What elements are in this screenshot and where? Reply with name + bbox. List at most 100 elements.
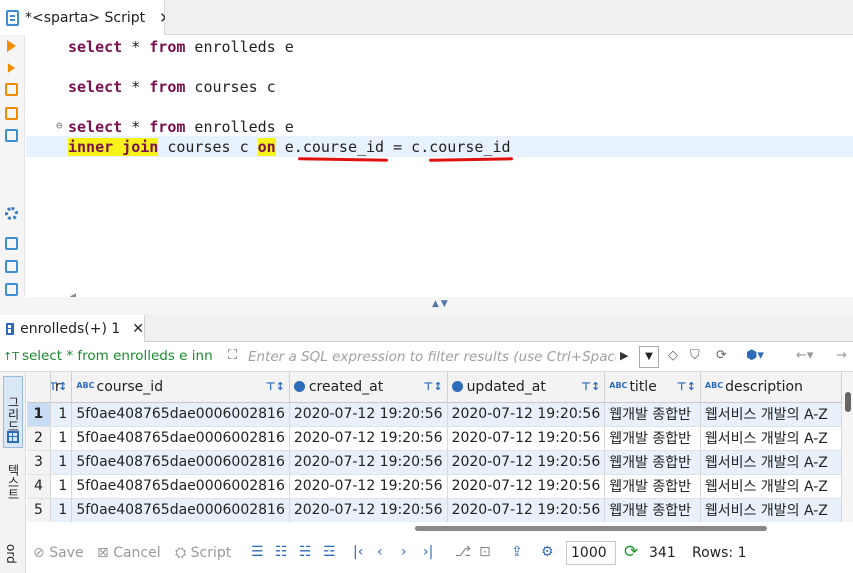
row-number[interactable]: 4 — [27, 474, 51, 499]
cell-created-at[interactable]: 2020-07-12 19:20:56 — [289, 474, 448, 499]
table-row[interactable]: 3 1 5f0ae408765dae0006002816 2020-07-12 … — [27, 450, 842, 475]
cancel-button[interactable]: ⊠ Cancel — [97, 545, 161, 561]
cell-description[interactable]: 웹서비스 개발의 A-Z — [700, 498, 842, 522]
cell-updated-at[interactable]: 2020-07-12 19:20:56 — [447, 474, 606, 499]
gear-icon[interactable] — [5, 207, 18, 220]
cell-title[interactable]: 웹개발 종합반 — [604, 450, 701, 475]
refresh-filter-icon[interactable]: ⟳ — [716, 348, 727, 363]
table-row[interactable]: 1 1 5f0ae408765dae0006002816 2020-07-12 … — [27, 402, 842, 427]
cell-created-at[interactable]: 2020-07-12 19:20:56 — [289, 426, 448, 451]
fetch-next-icon[interactable]: ⎇ — [455, 544, 471, 560]
import-icon[interactable] — [5, 260, 18, 273]
cell-course-id[interactable]: 5f0ae408765dae0006002816 — [71, 498, 290, 522]
forward-icon[interactable]: → — [836, 348, 847, 363]
cell-course-id[interactable]: 5f0ae408765dae0006002816 — [71, 402, 290, 427]
delete-row-icon[interactable]: ☲ — [323, 544, 336, 560]
cell-course-id[interactable]: 5f0ae408765dae0006002816 — [71, 474, 290, 499]
cell-title[interactable]: 웹개발 종합반 — [604, 426, 701, 451]
cell-description[interactable]: 웹서비스 개발의 A-Z — [700, 402, 842, 427]
apply-filter-icon[interactable]: ▶ — [620, 349, 628, 362]
cell-description[interactable]: 웹서비스 개발의 A-Z — [700, 450, 842, 475]
text-view-tab[interactable]: 텍스트 — [4, 464, 22, 524]
cell-created-at[interactable]: 2020-07-12 19:20:56 — [289, 498, 448, 522]
run-statement-icon[interactable] — [7, 40, 16, 52]
scroll-thumb[interactable] — [845, 392, 851, 412]
horizontal-scrollbar[interactable] — [27, 522, 842, 534]
cell-r[interactable]: 1 — [50, 426, 73, 451]
cell-created-at[interactable]: 2020-07-12 19:20:56 — [289, 450, 448, 475]
grid-view-tab[interactable]: 그리드 — [3, 376, 23, 448]
filter-input[interactable] — [248, 347, 616, 367]
cell-r[interactable]: 1 — [50, 402, 73, 427]
explain-plan-icon[interactable] — [5, 83, 18, 96]
table-row[interactable]: 5 1 5f0ae408765dae0006002816 2020-07-12 … — [27, 498, 842, 522]
save-button[interactable]: ⊘ Save — [33, 545, 84, 561]
row-number[interactable]: 5 — [27, 498, 51, 522]
filter-settings-icon[interactable]: ⛉ — [690, 348, 700, 363]
table-row[interactable]: 4 1 5f0ae408765dae0006002816 2020-07-12 … — [27, 474, 842, 499]
column-header-description[interactable]: ABC description — [700, 372, 842, 403]
cell-title[interactable]: 웹개발 종합반 — [604, 498, 701, 522]
cell-course-id[interactable]: 5f0ae408765dae0006002816 — [71, 450, 290, 475]
row-number[interactable]: 1 — [27, 402, 51, 427]
sort-filter-icon[interactable]: ⊤↕ — [581, 380, 600, 393]
back-icon[interactable]: ←▾ — [796, 348, 813, 363]
show-output-icon[interactable] — [5, 283, 18, 296]
eraser-icon[interactable]: ◇ — [668, 348, 678, 363]
edit-row-icon[interactable]: ☰ — [251, 544, 264, 560]
cell-r[interactable]: 1 — [50, 498, 73, 522]
export-icon[interactable] — [5, 237, 18, 250]
fetch-size-input[interactable] — [566, 541, 616, 565]
first-page-icon[interactable]: |‹ — [353, 544, 363, 560]
add-row-icon[interactable]: ☷ — [275, 544, 288, 560]
last-page-icon[interactable]: ›| — [423, 544, 433, 560]
sort-filter-icon[interactable]: ⊤↕ — [677, 380, 696, 393]
results-tab[interactable]: enrolleds(+) 1 ✕ — [0, 315, 145, 342]
table-row[interactable]: 2 1 5f0ae408765dae0006002816 2020-07-12 … — [27, 426, 842, 451]
close-icon[interactable]: ✕ — [132, 321, 144, 337]
sql-editor[interactable]: select * from enrolleds e select * from … — [26, 35, 853, 302]
cell-course-id[interactable]: 5f0ae408765dae0006002816 — [71, 426, 290, 451]
cell-updated-at[interactable]: 2020-07-12 19:20:56 — [447, 402, 606, 427]
script-button[interactable]: ⛭ Script — [175, 545, 231, 561]
column-header-course-id[interactable]: ABC course_id ⊤↕ — [71, 372, 290, 403]
row-number[interactable]: 3 — [27, 450, 51, 475]
cell-created-at[interactable]: 2020-07-12 19:20:56 — [289, 402, 448, 427]
sort-filter-icon[interactable]: ⊤↕ — [50, 380, 67, 393]
execute-new-tab-icon[interactable] — [5, 107, 18, 120]
sort-filter-icon[interactable]: ⊤↕ — [266, 380, 285, 393]
splitter-arrows-icon[interactable]: ▲▼ — [432, 299, 450, 309]
cell-description[interactable]: 웹서비스 개발의 A-Z — [700, 426, 842, 451]
row-number[interactable]: 2 — [27, 426, 51, 451]
active-query[interactable]: ↑T select * from enrolleds e inn — [3, 348, 223, 366]
load-execution-plan-icon[interactable] — [5, 129, 18, 142]
sort-filter-icon[interactable]: ⊤↕ — [423, 380, 442, 393]
cell-r[interactable]: 1 — [50, 450, 73, 475]
fetch-all-icon[interactable]: ⊡ — [479, 544, 491, 560]
run-script-icon[interactable] — [7, 63, 16, 73]
fold-toggle-icon[interactable]: ⊖ — [56, 119, 63, 132]
column-header-r[interactable]: r⊤↕ — [50, 372, 73, 403]
refresh-icon[interactable]: ⟳ — [624, 542, 638, 562]
gear-icon[interactable]: ⚙ — [541, 544, 554, 560]
scroll-thumb[interactable] — [415, 526, 767, 531]
column-header-updated-at[interactable]: updated_at ⊤↕ — [447, 372, 606, 403]
editor-tab[interactable]: *<sparta> Script ✕ — [0, 0, 172, 35]
panels-icon[interactable]: ⬢▾ — [746, 348, 764, 363]
filter-icon[interactable]: ⛶ — [228, 348, 237, 363]
export-icon[interactable]: ⇪ — [511, 544, 523, 560]
cell-updated-at[interactable]: 2020-07-12 19:20:56 — [447, 426, 606, 451]
cell-title[interactable]: 웹개발 종합반 — [604, 474, 701, 499]
cell-updated-at[interactable]: 2020-07-12 19:20:56 — [447, 498, 606, 522]
column-header-created-at[interactable]: created_at ⊤↕ — [289, 372, 448, 403]
cell-updated-at[interactable]: 2020-07-12 19:20:56 — [447, 450, 606, 475]
previous-page-icon[interactable]: ‹ — [377, 544, 383, 560]
copy-row-icon[interactable]: ☵ — [299, 544, 312, 560]
panel-splitter[interactable]: ▲▼ — [0, 297, 853, 315]
results-grid[interactable]: r⊤↕ ABCcourse_id⊤↕ created_at⊤↕ updated_… — [27, 372, 842, 522]
filter-history-dropdown[interactable]: ▼ — [639, 346, 659, 368]
cell-r[interactable]: 1 — [50, 474, 73, 499]
cell-title[interactable]: 웹개발 종합반 — [604, 402, 701, 427]
next-page-icon[interactable]: › — [401, 544, 407, 560]
column-header-title[interactable]: ABC title ⊤↕ — [604, 372, 701, 403]
